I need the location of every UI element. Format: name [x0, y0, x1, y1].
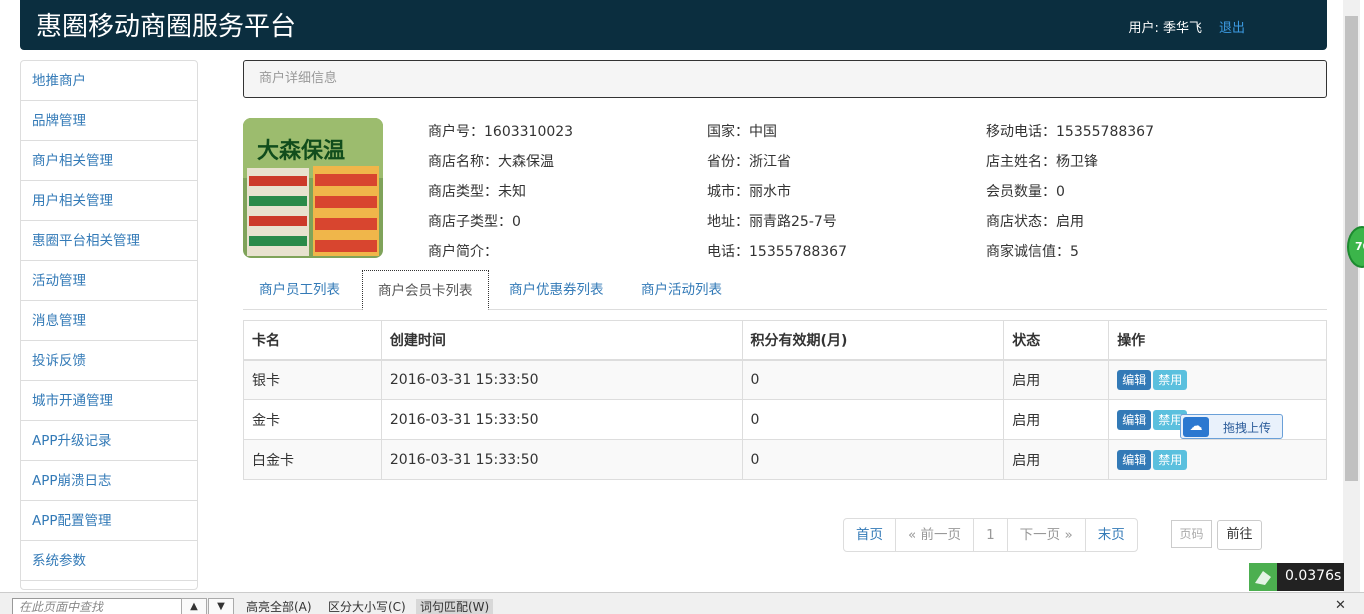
- store-sign-text: 大森保温: [257, 138, 345, 164]
- mobile-phone: 移动电话：15355788367: [986, 124, 1154, 140]
- panel-heading: 商户详细信息: [243, 60, 1327, 98]
- cell-status: 启用: [1003, 399, 1110, 440]
- owner-name: 店主姓名：杨卫锋: [986, 154, 1098, 170]
- table-row: 银卡 2016-03-31 15:33:50 0 启用 编辑 禁用: [243, 359, 1327, 400]
- sidebar-item-app-config[interactable]: APP配置管理: [21, 501, 197, 541]
- highlight-all-toggle[interactable]: 高亮全部(A): [242, 599, 316, 614]
- current-user: 用户: 季华飞: [1128, 21, 1202, 36]
- sidebar-item-system-params[interactable]: 系统参数: [21, 541, 197, 581]
- sidebar-item-messages[interactable]: 消息管理: [21, 301, 197, 341]
- cell-card-name: 金卡: [243, 399, 382, 440]
- table-header-row: 卡名 创建时间 积分有效期(月) 状态 操作: [243, 320, 1327, 361]
- app-header: 惠圈移动商圈服务平台 用户: 季华飞 退出: [20, 0, 1327, 50]
- table-row: 白金卡 2016-03-31 15:33:50 0 启用 编辑 禁用: [243, 439, 1327, 480]
- go-page-button[interactable]: 前往: [1217, 520, 1262, 550]
- pagination: 首页 « 前一页 1 下一页 » 末页: [843, 518, 1138, 552]
- cell-validity: 0: [741, 439, 1005, 480]
- cell-validity: 0: [741, 359, 1005, 400]
- store-status: 商店状态：启用: [986, 214, 1084, 230]
- col-header-validity: 积分有效期(月): [741, 320, 1005, 361]
- page-number-input[interactable]: 页码: [1171, 520, 1212, 548]
- cell-created: 2016-03-31 15:33:50: [380, 399, 743, 440]
- address: 地址：丽青路25-7号: [707, 214, 837, 230]
- cell-card-name: 银卡: [243, 359, 382, 400]
- edit-button[interactable]: 编辑: [1117, 409, 1152, 430]
- last-page-link[interactable]: 末页: [1086, 519, 1137, 551]
- disable-button[interactable]: 禁用: [1153, 449, 1188, 470]
- cell-actions: 编辑 禁用: [1108, 359, 1327, 400]
- col-header-created: 创建时间: [380, 320, 743, 361]
- cell-card-name: 白金卡: [243, 439, 382, 480]
- col-header-actions: 操作: [1108, 320, 1327, 361]
- sidebar-item-app-upgrades[interactable]: APP升级记录: [21, 421, 197, 461]
- find-next-button[interactable]: ▼: [208, 598, 234, 614]
- current-page[interactable]: 1: [974, 519, 1008, 551]
- col-header-name: 卡名: [243, 320, 382, 361]
- sidebar-item-app-crashes[interactable]: APP崩溃日志: [21, 461, 197, 501]
- sidebar: 地推商户 品牌管理 商户相关管理 用户相关管理 惠圈平台相关管理 活动管理 消息…: [20, 60, 198, 590]
- store-photo-graphic: 大森保温: [243, 118, 383, 258]
- store-name: 商店名称：大森保温: [428, 154, 554, 170]
- sidebar-item-merchants[interactable]: 商户相关管理: [21, 141, 197, 181]
- cloud-icon: ☁: [1183, 417, 1209, 437]
- merchant-intro: 商户简介：: [428, 244, 498, 260]
- vertical-scrollbar[interactable]: [1343, 0, 1360, 592]
- country: 国家：中国: [707, 124, 777, 140]
- store-subtype: 商店子类型：0: [428, 214, 521, 230]
- find-prev-button[interactable]: ▲: [181, 598, 207, 614]
- app-title: 惠圈移动商圈服务平台: [36, 12, 297, 42]
- cell-status: 启用: [1003, 359, 1110, 400]
- sidebar-item-users[interactable]: 用户相关管理: [21, 181, 197, 221]
- match-case-toggle[interactable]: 区分大小写(C): [324, 599, 410, 614]
- tab-employees[interactable]: 商户员工列表: [244, 270, 355, 310]
- sidebar-item-platform[interactable]: 惠圈平台相关管理: [21, 221, 197, 261]
- first-page-link[interactable]: 首页: [844, 519, 896, 551]
- cell-created: 2016-03-31 15:33:50: [380, 439, 743, 480]
- store-photo: 大森保温: [243, 118, 383, 258]
- find-input[interactable]: 在此页面中查找: [12, 598, 182, 614]
- find-bar: 在此页面中查找 ▲ ▼ 高亮全部(A) 区分大小写(C) 词句匹配(W) ✕: [0, 592, 1364, 614]
- next-page-link[interactable]: 下一页 »: [1008, 519, 1086, 551]
- timer-logo-icon: [1249, 563, 1277, 591]
- logout-link[interactable]: 退出: [1219, 17, 1245, 36]
- merchant-no: 商户号：1603310023: [428, 124, 574, 140]
- whole-word-toggle[interactable]: 词句匹配(W): [416, 599, 494, 614]
- sidebar-item-activities[interactable]: 活动管理: [21, 261, 197, 301]
- cell-created: 2016-03-31 15:33:50: [380, 359, 743, 400]
- close-icon[interactable]: ✕: [1335, 598, 1346, 613]
- drag-upload-widget[interactable]: ☁ 拖拽上传: [1180, 414, 1283, 439]
- credit-score: 商家诚信值：5: [986, 244, 1079, 260]
- edit-button[interactable]: 编辑: [1117, 369, 1152, 390]
- sidebar-item-complaints[interactable]: 投诉反馈: [21, 341, 197, 381]
- member-count: 会员数量：0: [986, 184, 1065, 200]
- sidebar-item-cities[interactable]: 城市开通管理: [21, 381, 197, 421]
- page: 惠圈移动商圈服务平台 用户: 季华飞 退出 地推商户 品牌管理 商户相关管理 用…: [0, 0, 1364, 614]
- member-card-table: 卡名 创建时间 积分有效期(月) 状态 操作 银卡 2016-03-31 15:…: [243, 320, 1327, 480]
- sidebar-item-field-merchants[interactable]: 地推商户: [21, 61, 197, 101]
- cell-validity: 0: [741, 399, 1005, 440]
- timer-badge: 0.0376s: [1249, 563, 1344, 591]
- phone: 电话：15355788367: [707, 244, 847, 260]
- merchant-tabs: 商户员工列表 商户会员卡列表 商户优惠券列表 商户活动列表: [243, 270, 1327, 310]
- tab-activities[interactable]: 商户活动列表: [626, 270, 737, 310]
- sidebar-item-brands[interactable]: 品牌管理: [21, 101, 197, 141]
- col-header-status: 状态: [1003, 320, 1110, 361]
- store-type: 商店类型：未知: [428, 184, 526, 200]
- tab-coupons[interactable]: 商户优惠券列表: [494, 270, 619, 310]
- timer-logo-graphic: [1255, 571, 1271, 585]
- prev-page-link[interactable]: « 前一页: [896, 519, 975, 551]
- tab-member-cards[interactable]: 商户会员卡列表: [362, 270, 489, 310]
- edit-button[interactable]: 编辑: [1117, 449, 1152, 470]
- drag-upload-label: 拖拽上传: [1223, 421, 1272, 435]
- city: 城市：丽水市: [707, 184, 791, 200]
- province: 省份：浙江省: [707, 154, 791, 170]
- cell-status: 启用: [1003, 439, 1110, 480]
- cell-actions: 编辑 禁用: [1108, 439, 1327, 480]
- table-row: 金卡 2016-03-31 15:33:50 0 启用 编辑 禁用: [243, 399, 1327, 440]
- timer-value: 0.0376s: [1285, 568, 1342, 584]
- disable-button[interactable]: 禁用: [1153, 369, 1188, 390]
